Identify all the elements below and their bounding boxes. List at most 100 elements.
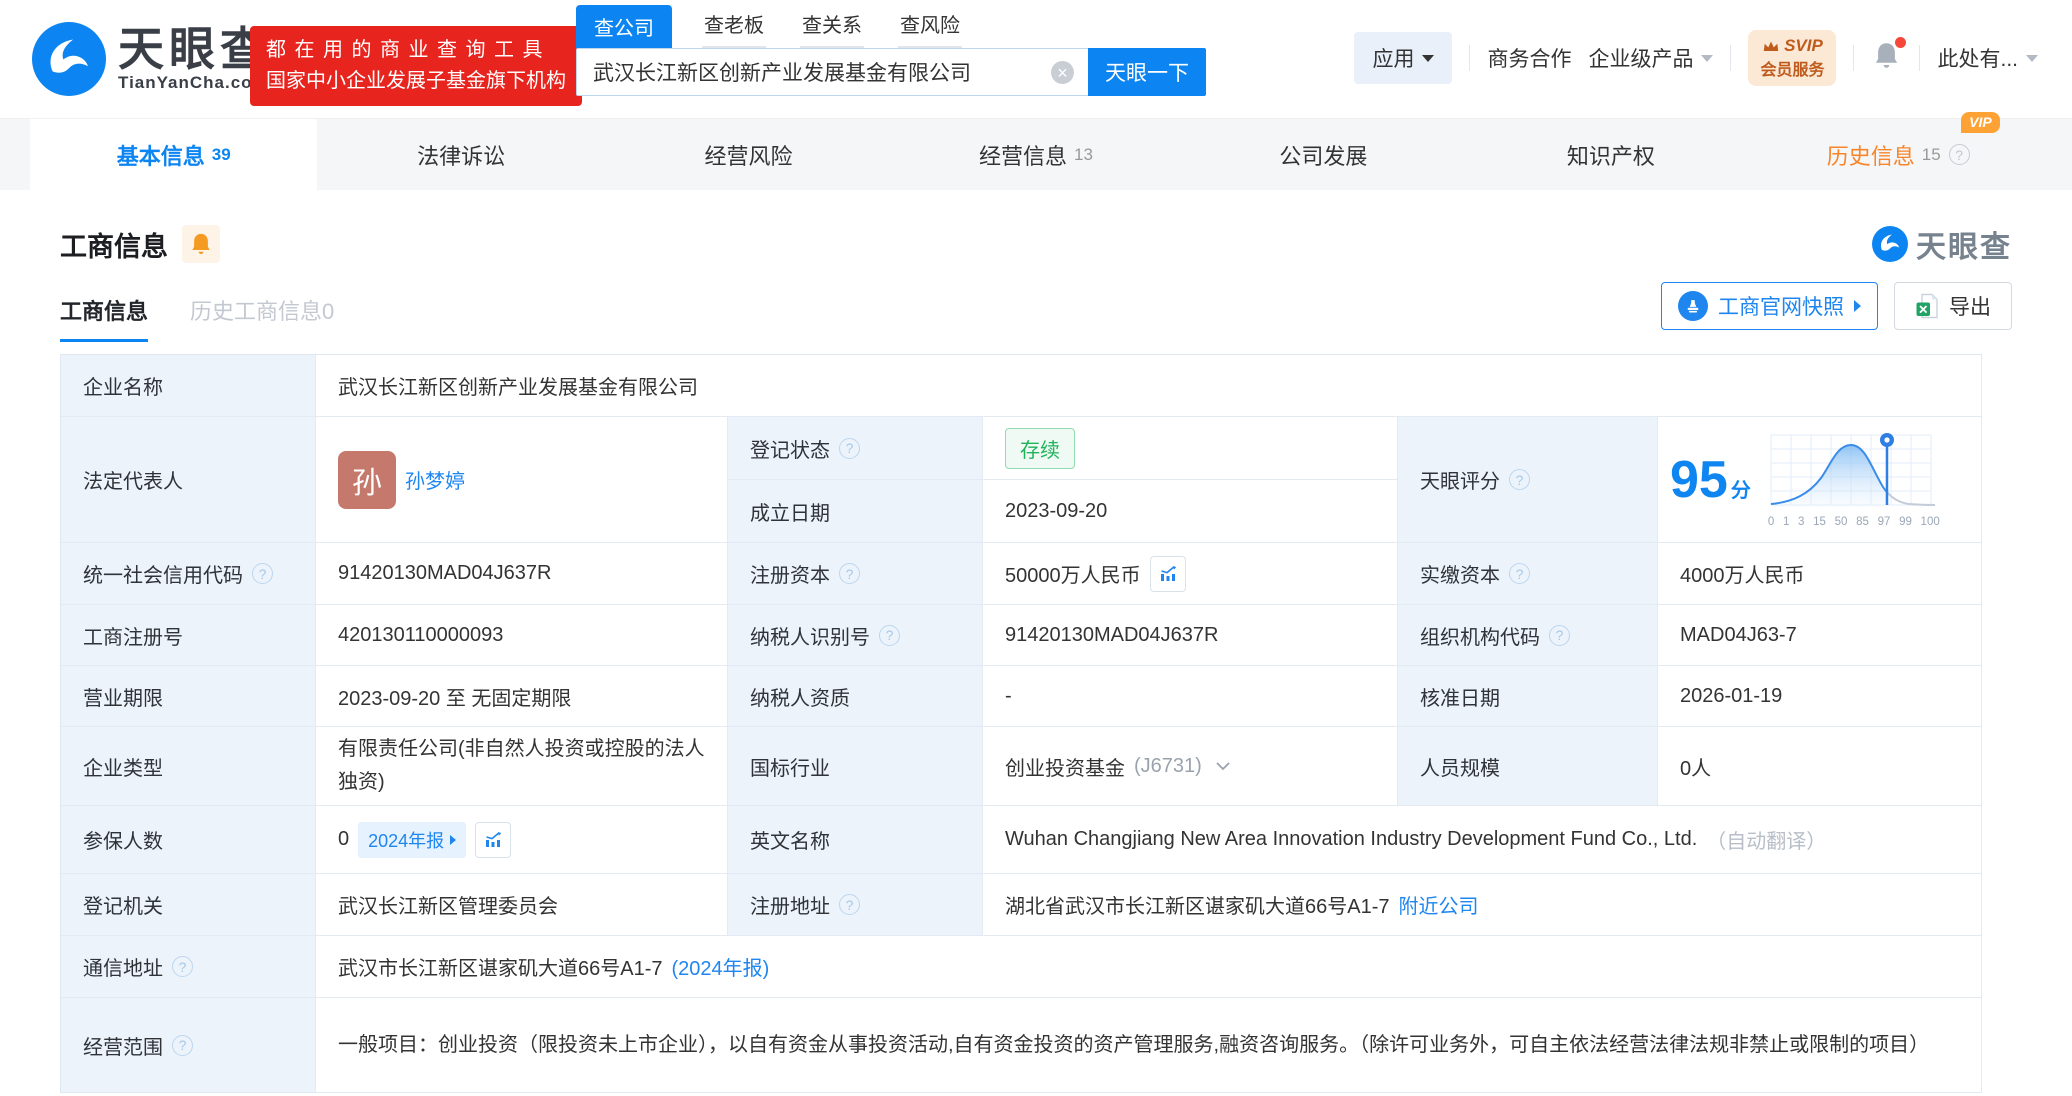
staff-size-value: 0人 (1658, 727, 1982, 806)
industry-code: (J6731) (1134, 754, 1202, 777)
nearby-companies-link[interactable]: 附近公司 (1399, 890, 1479, 919)
svip-membership-button[interactable]: SVIP 会员服务 (1748, 30, 1837, 86)
search-input[interactable] (576, 48, 1088, 96)
field-label: 企业类型 (61, 727, 316, 806)
annual-report-link[interactable]: (2024年报) (672, 952, 770, 981)
value-text: 武汉长江新区管理委员会 (338, 896, 558, 918)
divider (1469, 45, 1471, 71)
field-label: 通信地址 (61, 936, 316, 998)
header-right-nav: 应用 商务合作 企业级产品 SVIP 会员服务 此处有... (1354, 30, 2038, 86)
taxpayer-quality-value: - (983, 666, 1398, 727)
chevron-down-icon[interactable] (1215, 761, 1231, 771)
enterprise-products-menu[interactable]: 企业级产品 (1588, 43, 1714, 73)
field-label: 组织机构代码 (1398, 605, 1658, 666)
tab-operation-info[interactable]: 经营信息 13 (892, 119, 1179, 190)
tab-legal-proceedings[interactable]: 法律诉讼 (317, 119, 604, 190)
tab-intellectual-property[interactable]: 知识产权 (1467, 119, 1754, 190)
status-badge: 存续 (1005, 427, 1075, 469)
label-text: 英文名称 (750, 831, 830, 853)
help-icon[interactable] (839, 437, 860, 459)
svip-sublabel: 会员服务 (1760, 62, 1825, 79)
capital-trend-button[interactable] (1149, 555, 1186, 592)
apps-menu[interactable]: 应用 (1354, 32, 1453, 84)
search-block: 查公司 查老板 查关系 查风险 天眼一下 (576, 5, 1206, 96)
industry-value: 创业投资基金 (J6731) (983, 727, 1398, 806)
search-tab-risk[interactable]: 查风险 (898, 9, 962, 48)
help-icon[interactable] (1509, 563, 1530, 584)
chevron-down-icon (1701, 54, 1714, 62)
subtab-business-info[interactable]: 工商信息 (60, 294, 149, 342)
main-content: 工商信息 天眼查 工商信息 历史工商信息0 工商官网快照 导出 企业名称 武汉长… (0, 222, 2072, 1093)
field-label: 成立日期 (728, 480, 983, 543)
subtab-history-business-info[interactable]: 历史工商信息0 (190, 294, 334, 342)
field-label: 登记机关 (61, 874, 316, 936)
excel-icon (1916, 293, 1938, 319)
business-coop-link[interactable]: 商务合作 (1487, 43, 1571, 73)
label-text: 参保人数 (83, 831, 163, 853)
search-button[interactable]: 天眼一下 (1088, 48, 1206, 96)
help-icon[interactable] (1509, 469, 1530, 490)
label-text: 天眼评分 (1420, 471, 1500, 493)
tianyancha-logo[interactable]: 天眼查 TianYanCha.com (32, 22, 271, 96)
field-label: 英文名称 (728, 806, 983, 874)
apps-label: 应用 (1372, 48, 1415, 71)
legal-rep-link[interactable]: 孙梦婷 (405, 465, 465, 494)
field-label: 人员规模 (1398, 727, 1658, 806)
mail-address-value: 武汉市长江新区谌家矶大道66号A1-7 (2024年报) (316, 936, 1982, 998)
official-snapshot-button[interactable]: 工商官网快照 (1661, 282, 1878, 330)
divider (1853, 45, 1855, 71)
avatar[interactable]: 孙 (338, 450, 396, 509)
field-label: 注册资本 (728, 543, 983, 605)
help-icon[interactable] (172, 1034, 193, 1056)
help-icon[interactable] (879, 624, 900, 646)
reg-address-value: 湖北省武汉市长江新区谌家矶大道66号A1-7 附近公司 (983, 874, 1982, 936)
notifications-bell-icon[interactable] (1871, 37, 1907, 75)
help-icon[interactable] (172, 956, 193, 977)
label-text: 人员规模 (1420, 757, 1500, 780)
tianyancha-logo-icon (1872, 226, 1908, 262)
value-text: - (1005, 684, 1012, 707)
label-text: 组织机构代码 (1420, 626, 1540, 649)
value-text: 2023-09-20 (1005, 499, 1108, 522)
help-icon[interactable] (1948, 144, 1970, 165)
help-icon[interactable] (1549, 624, 1570, 646)
value-text: 2023-09-20 至 无固定期限 (338, 687, 572, 710)
search-tabs: 查公司 查老板 查关系 查风险 (576, 5, 1206, 48)
reg-capital-value: 50000万人民币 (983, 543, 1398, 605)
clear-search-icon[interactable] (1051, 61, 1074, 84)
crown-icon (1763, 41, 1779, 51)
tab-basic-info[interactable]: 基本信息 39 (30, 119, 318, 190)
field-label: 登记状态 (728, 417, 983, 480)
value-text: Wuhan Changjiang New Area Innovation Ind… (1005, 828, 1698, 850)
enterprise-label: 企业级产品 (1588, 48, 1694, 71)
export-button[interactable]: 导出 (1894, 282, 2012, 330)
chevron-down-icon (1422, 54, 1435, 62)
tab-company-development[interactable]: 公司发展 (1180, 119, 1467, 190)
profile-menu[interactable]: 此处有... (1937, 43, 2038, 73)
insured-count-value: 0 2024年报 (316, 806, 728, 874)
tab-operation-risk[interactable]: 经营风险 (605, 119, 892, 190)
field-label: 工商注册号 (61, 605, 316, 666)
tab-history-info[interactable]: 历史信息 15 VIP (1755, 111, 2042, 190)
annual-report-tag[interactable]: 2024年报 (358, 821, 467, 858)
insured-trend-button[interactable] (475, 821, 512, 858)
tab-count: 13 (1074, 144, 1093, 164)
tianyan-score[interactable]: 95 分 0 1 3 15 50 85 97 99 100 (1658, 417, 1982, 543)
help-icon[interactable] (252, 563, 273, 584)
value-text: 2026-01-19 (1680, 684, 1783, 707)
help-icon[interactable] (839, 894, 860, 915)
field-label: 核准日期 (1398, 666, 1658, 727)
field-label: 营业期限 (61, 666, 316, 727)
export-label: 导出 (1949, 296, 1991, 319)
field-label: 国标行业 (728, 727, 983, 806)
search-tab-relation[interactable]: 查关系 (800, 9, 864, 48)
search-tab-company[interactable]: 查公司 (576, 5, 672, 48)
value-text: 湖北省武汉市长江新区谌家矶大道66号A1-7 (1005, 896, 1390, 918)
arrow-right-icon (450, 834, 457, 845)
reg-authority-value: 武汉长江新区管理委员会 (316, 874, 728, 936)
monitor-bell-button[interactable] (182, 225, 220, 263)
field-label: 企业名称 (61, 355, 316, 417)
help-icon[interactable] (839, 563, 860, 584)
approval-date-value: 2026-01-19 (1658, 666, 1982, 727)
search-tab-boss[interactable]: 查老板 (702, 9, 766, 48)
